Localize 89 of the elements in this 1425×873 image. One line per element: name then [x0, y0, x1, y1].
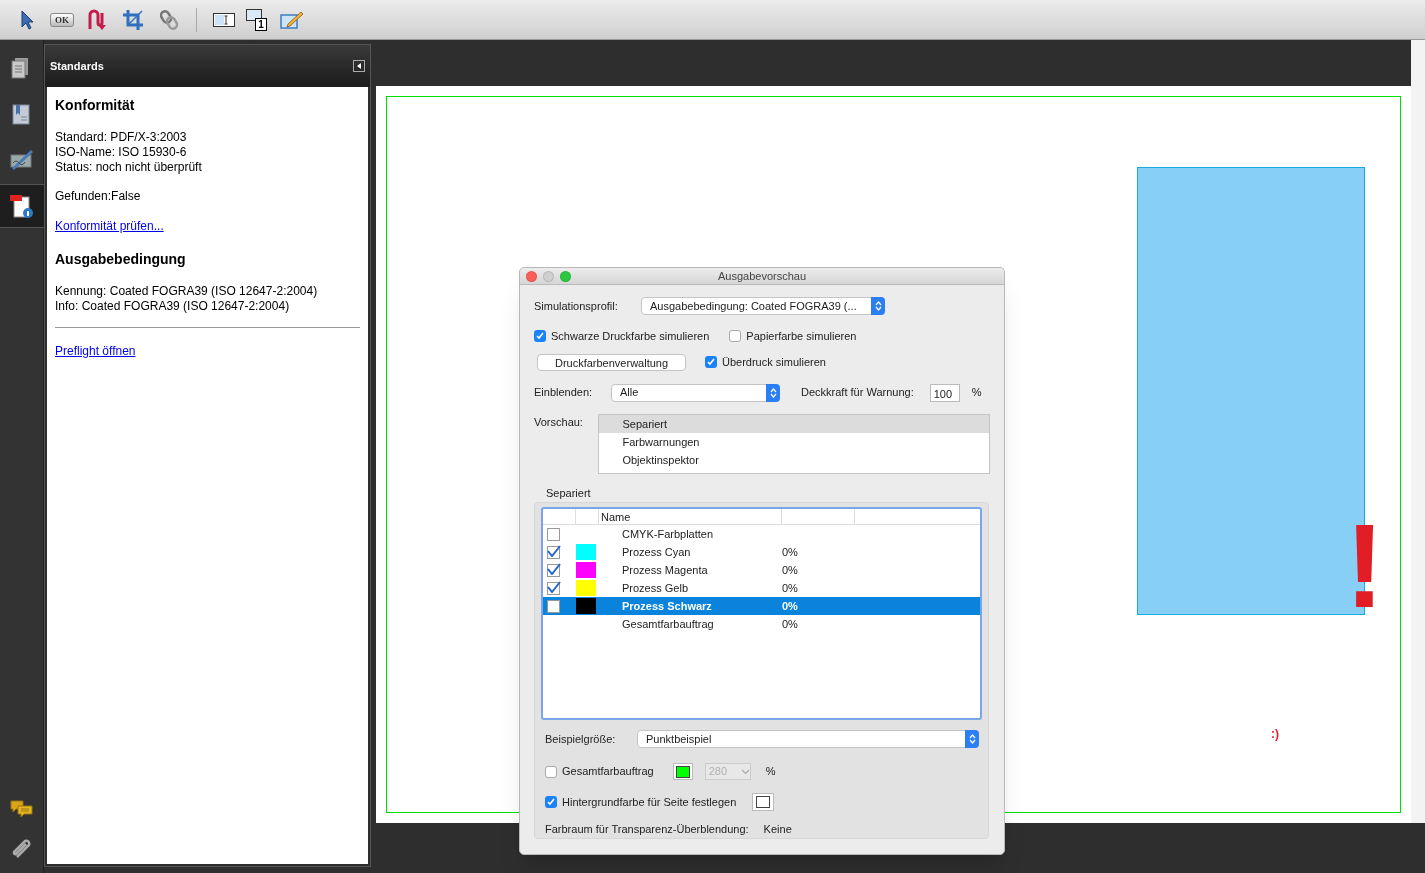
- list-item[interactable]: Farbwarnungen: [599, 432, 989, 451]
- checkbox-label: Papierfarbe simulieren: [746, 329, 857, 344]
- link[interactable]: Preflight öffnen: [55, 342, 136, 360]
- u-turn-arrow-icon: [86, 8, 108, 31]
- table-cell-text: 0%: [782, 544, 799, 560]
- field-label: Beispielgröße:: [545, 731, 617, 747]
- table-cell-text: Prozess Gelb: [621, 580, 690, 596]
- table-cell-text: 0%: [782, 598, 799, 614]
- checkbox-label: Schwarze Druckfarbe simulieren: [551, 329, 710, 344]
- table-cell-text: Gesamtfarbauftrag: [621, 616, 715, 632]
- info-text: Gefunden:False: [55, 189, 142, 204]
- collapse-button[interactable]: [353, 60, 365, 72]
- info-text: Standard: PDF/X-3:2003: [55, 130, 188, 145]
- table-cell-text: 0%: [782, 580, 799, 596]
- checkbox[interactable]: [547, 527, 560, 541]
- crop-icon: [122, 8, 144, 31]
- info-text: Status: noch nicht überprüft: [55, 160, 203, 175]
- table-row[interactable]: Prozess Schwarz 0%: [543, 597, 980, 615]
- field-label: Vorschau:: [534, 414, 584, 430]
- field-label: Deckkraft für Warnung:: [801, 385, 914, 401]
- table-cell-text: Prozess Magenta: [621, 562, 709, 578]
- pdf-info-icon: [10, 194, 34, 218]
- numbered-field-tool[interactable]: 1: [245, 6, 271, 33]
- list-item[interactable]: Objektinspektor: [599, 450, 989, 469]
- chain-link-icon: [160, 9, 178, 30]
- text-box-icon: [246, 8, 262, 21]
- table-row[interactable]: CMYK-Farbplatten: [543, 525, 980, 543]
- checkbox[interactable]: [545, 796, 557, 808]
- check-icon: [536, 332, 544, 341]
- window-title: Ausgabevorschau: [716, 268, 808, 284]
- stepper-icon: [968, 734, 976, 744]
- text-field-icon: [213, 12, 235, 27]
- checkbox[interactable]: [547, 563, 560, 577]
- stepper-icon: [769, 387, 777, 398]
- pen-signature-icon: [10, 148, 34, 172]
- table-cell-text: 0%: [782, 616, 799, 632]
- table-row[interactable]: Prozess Magenta 0%: [543, 561, 980, 579]
- table-row[interactable]: Gesamtfarbauftrag 0%: [543, 615, 980, 633]
- checkbox[interactable]: [705, 356, 717, 368]
- ink-manager-button[interactable]: Druckfarbenverwaltung: [537, 353, 686, 371]
- pointer-icon: [20, 9, 34, 30]
- info-text: Info: Coated FOGRA39 (ISO 12647-2:2004): [55, 299, 291, 314]
- checkbox[interactable]: [547, 581, 560, 595]
- unit-text: %: [765, 764, 776, 780]
- info-text: ISO-Name: ISO 15930-6: [55, 145, 188, 160]
- checkbox[interactable]: [729, 330, 742, 343]
- checkbox[interactable]: [547, 545, 560, 559]
- section-heading: Konformität: [55, 96, 136, 115]
- check-icon: [547, 798, 555, 806]
- table-row[interactable]: Prozess Gelb 0%: [543, 579, 980, 597]
- ok-tool[interactable]: OK: [50, 12, 74, 27]
- value-text: Keine: [763, 822, 792, 837]
- checkbox-label: Hintergrundfarbe für Seite festlegen: [562, 794, 737, 810]
- check-icon: [547, 544, 561, 557]
- form-pencil-icon: [280, 9, 304, 30]
- profile-dropdown[interactable]: Ausgabebedingung: Coated FOGRA39 (...: [641, 297, 885, 315]
- collapse-icon: [357, 63, 361, 69]
- stepper-icon: [874, 301, 882, 311]
- table-cell-text: 0%: [782, 562, 799, 578]
- field-label: Farbraum für Transparenz-Überblendung:: [545, 822, 749, 837]
- table-cell-text: CMYK-Farbplatten: [621, 526, 715, 542]
- column-header: Name: [599, 509, 782, 524]
- field-label: Simulationsprofil:: [534, 298, 619, 314]
- smiley-text: :): [1271, 726, 1279, 743]
- table-cell-text: Prozess Schwarz: [621, 598, 713, 614]
- check-icon: [707, 358, 715, 366]
- section-heading: Ausgabebedingung: [55, 250, 187, 269]
- checkbox[interactable]: [547, 599, 560, 613]
- check-icon: [547, 562, 561, 575]
- group-label: Separiert: [546, 485, 592, 501]
- checkbox[interactable]: [534, 330, 546, 343]
- sidebar-tab[interactable]: [0, 184, 44, 228]
- unit-text: %: [971, 385, 982, 401]
- show-dropdown[interactable]: Alle: [611, 383, 780, 402]
- checkbox-label: Überdruck simulieren: [722, 354, 826, 370]
- color-well[interactable]: [752, 793, 775, 811]
- opacity-field[interactable]: 100: [929, 383, 960, 402]
- sample-size-dropdown[interactable]: Punktbeispiel: [637, 730, 979, 748]
- window-control-button[interactable]: [526, 270, 537, 282]
- table-cell-text: Prozess Cyan: [621, 544, 692, 560]
- panel-title: Standards: [50, 58, 104, 74]
- field-label: Einblenden:: [534, 385, 594, 401]
- list-item[interactable]: Separiert: [599, 414, 989, 433]
- info-text: Kennung: Coated FOGRA39 (ISO 12647-2:2004): [55, 284, 319, 299]
- link[interactable]: Konformität prüfen...: [55, 217, 164, 235]
- check-icon: [547, 580, 561, 593]
- checkbox-label: Gesamtfarbauftrag: [562, 764, 654, 780]
- table-row[interactable]: Prozess Cyan 0%: [543, 543, 980, 561]
- chevron-down-icon: [740, 768, 750, 775]
